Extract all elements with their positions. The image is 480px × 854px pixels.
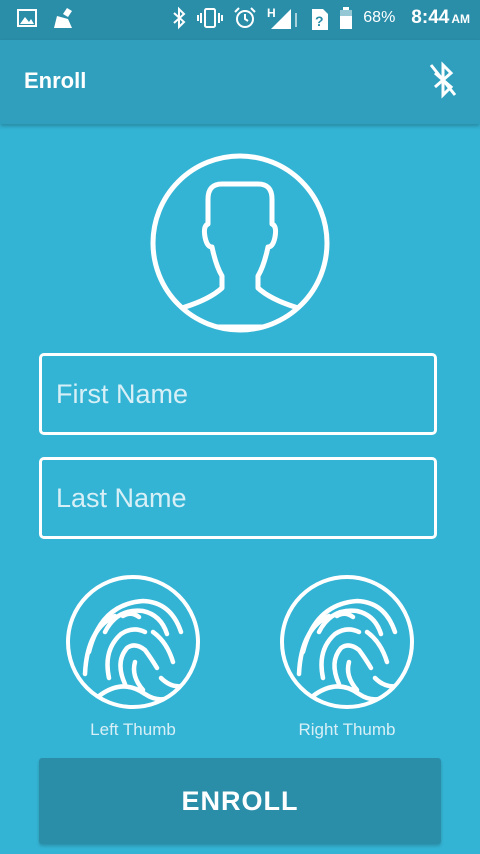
alarm-icon [234, 7, 256, 28]
app-bar: Enroll [0, 40, 480, 124]
left-thumb-scanner[interactable]: Left Thumb [63, 574, 203, 740]
right-thumb-label: Right Thumb [298, 720, 396, 739]
battery-percent: 68% [363, 9, 396, 26]
first-name-input[interactable] [39, 353, 437, 435]
fingerprint-icon [280, 575, 414, 709]
vibrate-icon [197, 8, 224, 28]
fingerprint-icon [66, 575, 200, 709]
status-bar: H ? 68% 8:44 AM [0, 0, 480, 40]
sim-unknown-icon: ? [312, 9, 329, 30]
bluetooth-disabled-icon[interactable] [426, 60, 460, 100]
page-title: Enroll [24, 68, 87, 93]
user-avatar-icon[interactable] [150, 153, 330, 333]
left-thumb-label: Left Thumb [90, 720, 176, 739]
bluetooth-icon [173, 6, 186, 30]
svg-text:?: ? [315, 13, 324, 29]
right-thumb-scanner[interactable]: Right Thumb [277, 574, 417, 740]
clock-ampm: AM [451, 12, 470, 26]
enroll-button[interactable]: ENROLL [39, 758, 441, 844]
cleaner-icon [54, 8, 72, 28]
svg-text:H: H [267, 6, 276, 20]
last-name-input[interactable] [39, 457, 437, 539]
clock-time: 8:44 [411, 7, 450, 28]
signal-h-icon: H [267, 6, 298, 29]
image-icon [17, 9, 37, 27]
clock: 8:44 AM [411, 7, 470, 29]
battery-icon [340, 7, 353, 29]
